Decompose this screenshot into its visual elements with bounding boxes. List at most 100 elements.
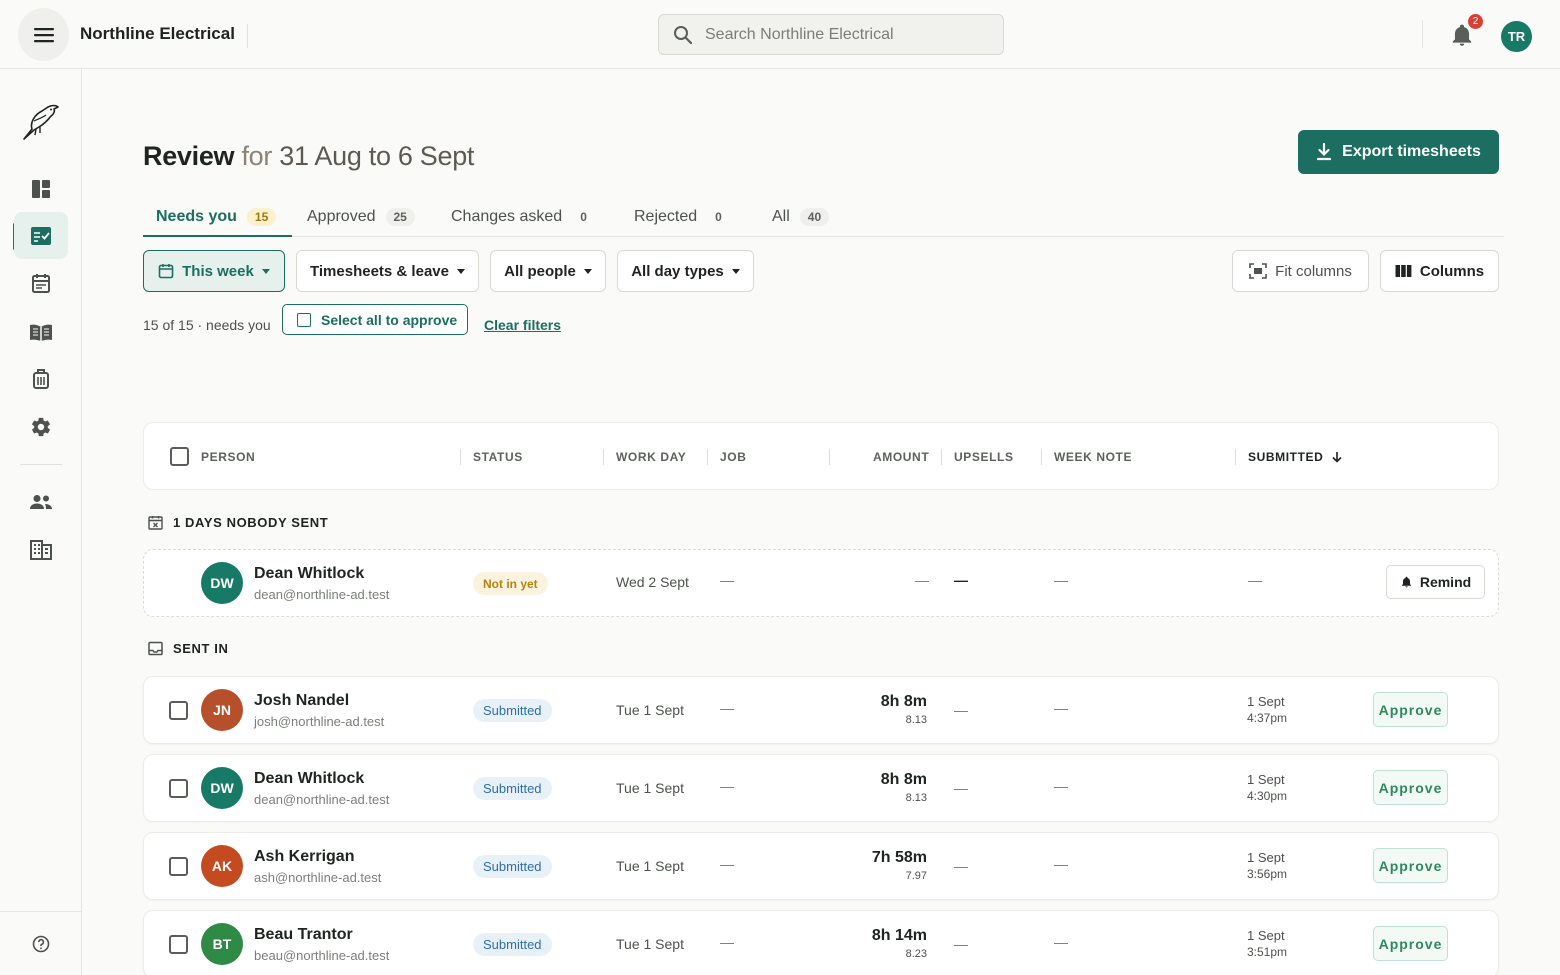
- help-icon[interactable]: [32, 935, 50, 953]
- chevron-down-icon: [731, 268, 740, 274]
- missing-day-row[interactable]: DW Dean Whitlock dean@northline-ad.test …: [143, 549, 1499, 617]
- person-email: beau@northline-ad.test: [254, 948, 390, 963]
- amount-hours: 8h 14m: [871, 927, 927, 944]
- sidebar-item-review[interactable]: [14, 212, 68, 259]
- people-filter-label: All people: [504, 262, 576, 280]
- columns-button[interactable]: Columns: [1380, 250, 1499, 292]
- job-cell: —: [720, 934, 734, 950]
- topbar-divider: [1422, 20, 1423, 48]
- column-week-note[interactable]: WEEK NOTE: [1054, 450, 1132, 464]
- sidebar-item-company[interactable]: [14, 526, 68, 573]
- search-input[interactable]: [705, 25, 975, 44]
- amount-decimal: 7.97: [905, 870, 927, 882]
- fit-columns-button[interactable]: Fit columns: [1232, 250, 1369, 292]
- tab-approved[interactable]: Approved 25: [307, 196, 415, 237]
- sidebar-item-people[interactable]: [14, 478, 68, 525]
- fit-columns-label: Fit columns: [1275, 262, 1352, 280]
- tab-rejected[interactable]: Rejected 0: [634, 196, 730, 237]
- bell-icon: [1401, 576, 1411, 588]
- remind-button[interactable]: Remind: [1386, 565, 1485, 599]
- approve-button[interactable]: Approve: [1373, 770, 1448, 805]
- column-submitted-label: SUBMITTED: [1248, 450, 1324, 464]
- avatar: DW: [201, 767, 243, 809]
- approve-button[interactable]: Approve: [1373, 926, 1448, 961]
- submitted-time: 3:51pm: [1247, 945, 1288, 959]
- help-area: [0, 911, 82, 975]
- tab-all[interactable]: All 40: [772, 196, 830, 237]
- table-row[interactable]: BT Beau Trantor beau@northline-ad.test S…: [143, 910, 1499, 975]
- amount-cell: —: [915, 572, 929, 588]
- type-filter[interactable]: Timesheets & leave: [296, 250, 479, 292]
- week-filter[interactable]: This week: [143, 250, 285, 292]
- column-status[interactable]: STATUS: [473, 450, 523, 464]
- user-avatar[interactable]: TR: [1501, 21, 1532, 52]
- column-divider: [941, 449, 942, 465]
- select-all-button[interactable]: Select all to approve: [282, 304, 468, 335]
- column-upsells[interactable]: UPSELLS: [954, 450, 1014, 464]
- column-divider: [1041, 449, 1042, 465]
- tab-changes-asked[interactable]: Changes asked 0: [451, 196, 595, 237]
- settings-icon: [32, 417, 50, 436]
- table-row[interactable]: AK Ash Kerrigan ash@northline-ad.test Su…: [143, 832, 1499, 900]
- submitted-date: 1 Sept: [1247, 928, 1285, 943]
- column-person[interactable]: PERSON: [201, 450, 255, 464]
- tab-count: 40: [799, 207, 830, 226]
- table-row[interactable]: DW Dean Whitlock dean@northline-ad.test …: [143, 754, 1499, 822]
- calendar-icon: [158, 264, 174, 279]
- table-row[interactable]: JN Josh Nandel josh@northline-ad.test Su…: [143, 676, 1499, 744]
- title-date-range: 31 Aug to 6 Sept: [279, 141, 475, 171]
- column-divider: [460, 449, 461, 465]
- amount-hours: 8h 8m: [880, 771, 927, 788]
- arrow-down-icon: [1332, 452, 1342, 463]
- status-badge: Submitted: [473, 933, 552, 956]
- column-amount[interactable]: AMOUNT: [873, 450, 929, 464]
- sidebar-item-jobs[interactable]: [14, 355, 68, 402]
- page-title: Review for 31 Aug to 6 Sept: [143, 141, 474, 172]
- active-tab-underline: [143, 235, 292, 237]
- menu-button[interactable]: [18, 8, 69, 61]
- row-checkbox[interactable]: [169, 857, 188, 876]
- row-checkbox[interactable]: [169, 935, 188, 954]
- sidebar: [0, 69, 82, 975]
- week-note-cell: —: [1054, 700, 1068, 716]
- export-timesheets-button[interactable]: Export timesheets: [1298, 130, 1499, 174]
- notification-badge: 2: [1467, 13, 1484, 30]
- column-work-day[interactable]: WORK DAY: [616, 450, 686, 464]
- tab-needs-you[interactable]: Needs you 15: [156, 196, 277, 237]
- handbook-icon: [30, 324, 52, 341]
- column-divider: [603, 449, 604, 465]
- row-checkbox[interactable]: [169, 701, 188, 720]
- search-box[interactable]: [658, 14, 1004, 55]
- upsells-cell: —: [954, 780, 968, 796]
- dashboard-icon: [32, 179, 50, 198]
- day-types-filter[interactable]: All day types: [617, 250, 754, 292]
- people-filter[interactable]: All people: [490, 250, 606, 292]
- person-name: Beau Trantor: [254, 926, 353, 943]
- job-cell: —: [720, 778, 734, 794]
- column-divider: [707, 449, 708, 465]
- inbox-icon: [148, 641, 163, 656]
- approve-button[interactable]: Approve: [1373, 848, 1448, 883]
- tab-label: Needs you: [156, 207, 237, 225]
- title-for: for: [241, 141, 273, 171]
- day-types-filter-label: All day types: [631, 262, 724, 280]
- sidebar-item-handbook[interactable]: [14, 308, 68, 355]
- work-day: Tue 1 Sept: [616, 780, 684, 796]
- person-name: Dean Whitlock: [254, 770, 365, 787]
- column-submitted[interactable]: SUBMITTED: [1248, 450, 1343, 464]
- remind-label: Remind: [1419, 574, 1472, 590]
- row-checkbox[interactable]: [169, 779, 188, 798]
- select-all-checkbox[interactable]: [170, 447, 189, 466]
- submitted-date: 1 Sept: [1247, 694, 1285, 709]
- clear-filters-link[interactable]: Clear filters: [484, 317, 561, 333]
- sidebar-item-settings[interactable]: [14, 403, 68, 450]
- week-note-cell: —: [1054, 778, 1068, 794]
- chevron-down-icon: [583, 268, 592, 274]
- avatar: DW: [201, 562, 243, 604]
- approve-button[interactable]: Approve: [1373, 692, 1448, 727]
- sidebar-item-calendar[interactable]: [14, 260, 68, 307]
- column-job[interactable]: JOB: [720, 450, 746, 464]
- tab-count: 0: [580, 209, 587, 224]
- submitted-time: 4:30pm: [1247, 789, 1288, 803]
- sidebar-item-dashboard[interactable]: [14, 165, 68, 212]
